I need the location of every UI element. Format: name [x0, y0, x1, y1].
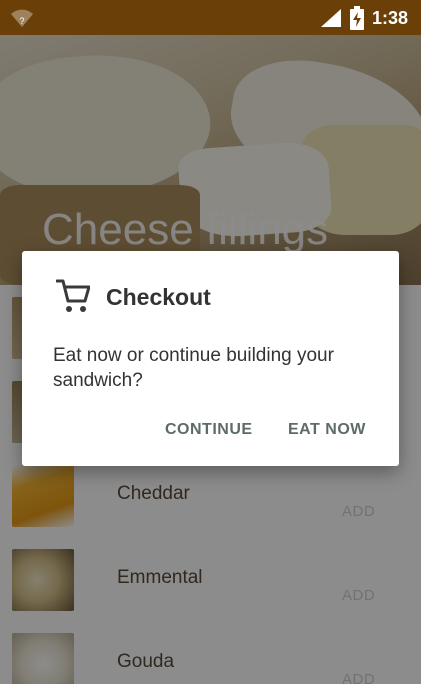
- battery-charging-icon: [350, 6, 364, 30]
- status-bar: ? 1:38: [0, 0, 421, 35]
- shopping-cart-icon: [56, 279, 90, 312]
- svg-text:?: ?: [19, 16, 24, 26]
- cell-signal-icon: [321, 9, 341, 27]
- eat-now-button[interactable]: EAT NOW: [288, 421, 366, 439]
- dialog-title: Checkout: [106, 284, 211, 310]
- wifi-unknown-icon: ?: [11, 9, 33, 27]
- dialog-message: Eat now or continue building your sandwi…: [53, 345, 334, 391]
- clock: 1:38: [372, 8, 409, 28]
- checkout-dialog: Checkout Eat now or continue building yo…: [22, 251, 399, 466]
- continue-button[interactable]: CONTINUE: [165, 421, 253, 439]
